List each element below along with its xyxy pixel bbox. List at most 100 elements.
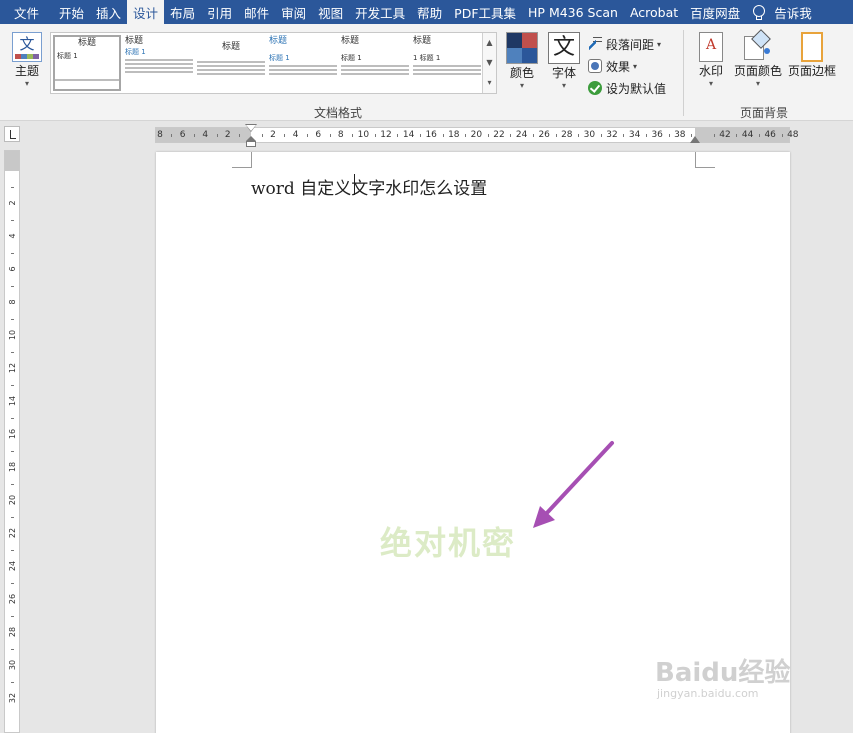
ruler-number: 24: [515, 130, 528, 140]
effects-icon: [588, 59, 602, 73]
ruler-tick: [532, 134, 534, 137]
tell-me-box[interactable]: 告诉我: [746, 0, 818, 24]
ruler-number: 26: [538, 130, 550, 140]
ruler-tick: [11, 648, 14, 650]
style-thumb-3[interactable]: 标题 标题 1: [269, 35, 337, 91]
chevron-down-icon: ▾: [755, 79, 760, 88]
tab-2[interactable]: 插入: [90, 0, 127, 24]
effects-button[interactable]: 效果 ▾: [588, 55, 680, 77]
style-thumb-5[interactable]: 标题 1 标题 1: [413, 35, 481, 91]
page-border-label: 页面边框: [787, 64, 836, 78]
crop-mark: [695, 152, 696, 168]
tab-1[interactable]: 开始: [53, 0, 90, 24]
ruler-number: 2: [270, 130, 276, 140]
tab-14[interactable]: 百度网盘: [684, 0, 746, 24]
ruler-tick: [623, 134, 625, 137]
ruler-number: 30: [583, 130, 596, 140]
tab-4[interactable]: 布局: [164, 0, 201, 24]
ruler-number: 30: [8, 659, 17, 671]
crop-mark: [232, 167, 252, 168]
ruler-tick: [261, 134, 263, 137]
ruler-tick: [11, 318, 14, 320]
themes-button[interactable]: 文 主题 ▾: [8, 32, 46, 89]
color-swatch: [522, 48, 537, 63]
style-thumb-0[interactable]: 标题 标题 1: [53, 35, 121, 91]
gallery-scrollbar[interactable]: ▲ ▼ ▾: [482, 33, 496, 93]
ruler-tick: [11, 450, 14, 452]
color-swatch: [522, 33, 537, 48]
baidu-jingyan-logo: Baidu经验 jingyan.baidu.com: [655, 652, 790, 700]
ruler-number: 2: [224, 130, 231, 140]
document-page[interactable]: word 自定义文字水印怎么设置 绝对机密: [156, 152, 790, 733]
color-swatch: [507, 48, 522, 63]
text-cursor: [354, 174, 355, 195]
ruler-tick: [736, 134, 738, 137]
scroll-up-icon[interactable]: ▲: [483, 33, 496, 53]
style-title: 标题: [413, 36, 432, 46]
ruler-number: 6: [179, 130, 186, 140]
ruler-tick: [284, 134, 286, 137]
ruler-number: 16: [8, 428, 17, 440]
ruler-number: 6: [315, 130, 322, 140]
ruler-number: 8: [8, 299, 17, 305]
right-indent-marker[interactable]: [690, 136, 700, 143]
tab-9[interactable]: 开发工具: [349, 0, 411, 24]
baidu-url-text: jingyan.baidu.com: [657, 687, 759, 700]
tab-5[interactable]: 引用: [201, 0, 238, 24]
tab-13[interactable]: Acrobat: [624, 0, 684, 24]
page-color-button[interactable]: 页面颜色 ▾: [733, 29, 783, 89]
horizontal-ruler[interactable]: 8 6 4 2 2 4 6 8 10 12 14 16 18 20 22 24 26 28 30 32 34 36 38 42…: [155, 124, 799, 147]
tab-3[interactable]: 设计: [127, 0, 165, 24]
style-thumb-2[interactable]: 标题: [197, 35, 265, 91]
ruler-tick: [306, 134, 308, 137]
ruler-number: 46: [764, 130, 776, 140]
tab-12[interactable]: HP M436 Scan: [522, 0, 624, 24]
style-thumb-1[interactable]: 标题 标题 1: [125, 35, 193, 91]
tab-8[interactable]: 视图: [312, 0, 349, 24]
ruler-tick: [11, 582, 14, 584]
ruler-tick: [419, 134, 421, 137]
ruler-number: 12: [380, 130, 392, 140]
tab-10[interactable]: 帮助: [411, 0, 448, 24]
ruler-number: 18: [8, 461, 17, 473]
ruler-number: 22: [8, 527, 17, 539]
colors-icon: [506, 32, 538, 64]
style-set-gallery: 标题 标题 1 标题 标题 1 标题 标题 标题 1 标题 标题 1 标题 1 …: [50, 32, 497, 94]
set-default-button[interactable]: 设为默认值: [588, 77, 680, 99]
paragraph-spacing-button[interactable]: 段落间距 ▾: [588, 33, 680, 55]
tab-6[interactable]: 邮件: [238, 0, 275, 24]
page-color-label: 页面颜色: [733, 64, 782, 78]
scroll-down-icon[interactable]: ▼: [483, 53, 496, 73]
ruler-tick: [374, 134, 376, 137]
tab-0[interactable]: 文件: [0, 0, 53, 24]
color-swatch: [507, 33, 522, 48]
ruler-number: 20: [8, 494, 17, 506]
ruler-tick: [11, 351, 14, 353]
chevron-down-icon: ▾: [561, 81, 566, 90]
colors-button[interactable]: 颜色 ▾: [504, 32, 540, 91]
vertical-ruler[interactable]: 2 4 6 8 10 12 14 16 18 20 22 24 26 28 30 32: [4, 150, 20, 733]
fonts-button[interactable]: 文 字体 ▾: [546, 32, 582, 91]
tab-7[interactable]: 审阅: [275, 0, 312, 24]
ruler-tick: [11, 285, 14, 287]
watermark-button[interactable]: 水印 ▾: [694, 32, 728, 89]
ruler-number: 36: [651, 130, 663, 140]
page-border-button[interactable]: 页面边框: [786, 32, 838, 79]
ruler-number: 48: [787, 130, 799, 140]
ruler-tick: [758, 134, 760, 137]
hanging-indent-marker[interactable]: [246, 136, 256, 147]
ruler-tick: [510, 134, 512, 137]
style-thumb-4[interactable]: 标题 标题 1: [341, 35, 409, 91]
gallery-more-icon[interactable]: ▾: [483, 73, 496, 93]
caret-icon: ▾: [657, 39, 662, 49]
ruler-number: 4: [8, 233, 17, 239]
ruler-tick: [11, 615, 14, 617]
paragraph-spacing-label: 段落间距: [606, 37, 655, 52]
document-text[interactable]: word 自定义文字水印怎么设置: [251, 174, 487, 199]
ruler-number: 28: [561, 130, 573, 140]
effects-label: 效果: [606, 59, 631, 74]
tab-11[interactable]: PDF工具集: [448, 0, 522, 24]
tab-selector[interactable]: [0, 124, 24, 148]
chevron-down-icon: ▾: [519, 81, 524, 90]
fonts-icon: 文: [548, 32, 580, 64]
